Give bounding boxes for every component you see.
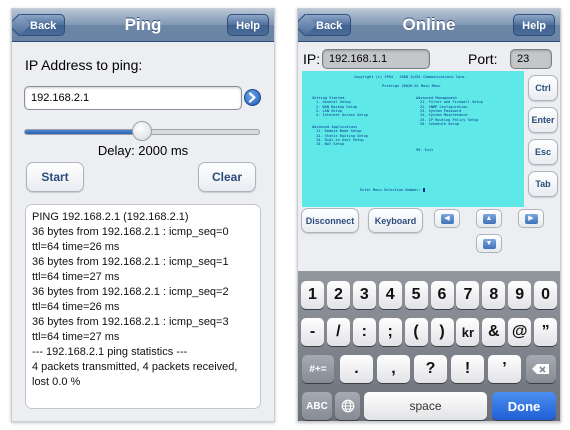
keyboard-key[interactable]: ? [414,355,447,383]
disconnect-button[interactable]: Disconnect [301,208,359,233]
keyboard-key[interactable]: . [340,355,373,383]
arrow-left-icon: ◀ [440,213,454,224]
terminal-exit: 99. Exit [416,148,434,152]
ip-address-input[interactable]: 192.168.2.1 [24,86,242,110]
port-label: Port: [468,51,498,67]
key-esc-button[interactable]: Esc [528,139,558,165]
keyboard-key[interactable]: 0 [534,281,558,309]
delay-slider-fill [25,130,142,134]
output-line: ttl=64 time=27 ms [32,271,120,283]
ping-screen: Back Ping Help IP Address to ping: 192.1… [11,8,275,422]
keyboard-key[interactable]: - [301,318,324,346]
arrow-right-icon: ▶ [524,213,538,224]
key-done[interactable]: Done [492,392,556,420]
key-enter-button[interactable]: Enter [528,107,558,133]
terminal-menu-item: 4. Internet Access Setup [316,113,368,118]
terminal-copyright: Copyright (c) 1994 - 2008 ZyXEL Communic… [354,75,467,79]
output-line: 36 bytes from 192.168.2.1 : icmp_seq=3 [32,316,229,328]
keyboard-key[interactable]: 6 [430,281,454,309]
globe-icon [341,399,354,413]
output-line: lost 0.0 % [32,376,81,388]
keyboard-key[interactable]: @ [508,318,532,346]
keyboard-key[interactable]: ” [534,318,558,346]
terminal-cursor [422,188,425,192]
terminal-menu-title: Prestige 2602H-61 Main Menu [382,84,441,88]
help-button[interactable]: Help [513,14,555,36]
ip-address-label: IP Address to ping: [25,57,143,73]
terminal-screen[interactable]: Copyright (c) 1994 - 2008 ZyXEL Communic… [302,71,524,207]
keyboard-key[interactable]: / [326,318,350,346]
ip-input[interactable]: 192.168.1.1 [322,49,430,69]
on-screen-keyboard: #+= ABC space Done 1 2 3 4 5 6 7 8 9 0 - /:;() kr & @”… [298,271,560,421]
ping-output: PING 192.168.2.1 (192.168.2.1) 36 bytes f… [25,204,261,409]
delay-label: Delay: 2000 ms [97,143,189,158]
output-line: 36 bytes from 192.168.2.1 : icmp_seq=2 [32,286,229,298]
online-screen: Back Online Help IP: 192.168.1.1 Port: 2… [297,8,561,422]
output-line: 4 packets transmitted, 4 packets receive… [32,361,238,373]
keyboard-key[interactable]: 3 [352,281,376,309]
arrow-right-button[interactable]: ▶ [518,209,544,228]
keyboard-key[interactable]: & [482,318,506,346]
keyboard-key[interactable]: kr [456,318,480,346]
arrow-up-icon: ▲ [482,213,496,224]
keyboard-key[interactable]: 9 [508,281,532,309]
keyboard-key[interactable]: ) [430,318,454,346]
arrow-down-button[interactable]: ▼ [476,234,502,253]
arrow-up-button[interactable]: ▲ [476,209,502,228]
online-navbar: Back Online Help [298,9,560,42]
key-tab-button[interactable]: Tab [528,171,558,197]
keyboard-key[interactable]: 8 [482,281,506,309]
delay-slider-knob[interactable] [132,121,152,141]
port-input[interactable]: 23 [510,49,552,69]
output-line: PING 192.168.2.1 (192.168.2.1) [32,211,189,223]
ip-label: IP: [303,51,321,67]
output-line: --- 192.168.2.1 ping statistics --- [32,346,188,358]
key-abc[interactable]: ABC [302,392,332,420]
output-line: ttl=64 time=27 ms [32,331,120,343]
start-button[interactable]: Start [26,162,84,192]
key-ctrl-button[interactable]: Ctrl [528,75,558,101]
keyboard-key[interactable]: : [352,318,376,346]
arrow-left-button[interactable]: ◀ [434,209,460,228]
clear-button[interactable]: Clear [198,162,256,192]
terminal-prompt-text: Enter Menu Selection Number: [360,188,421,192]
keyboard-key[interactable]: ( [404,318,428,346]
backspace-icon [532,364,549,374]
terminal-menu-item: 26. Schedule Setup [420,121,459,126]
keyboard-key[interactable]: 5 [404,281,428,309]
help-button[interactable]: Help [227,14,269,36]
key-space[interactable]: space [364,392,487,420]
output-line: 36 bytes from 192.168.2.1 : icmp_seq=1 [32,256,229,268]
output-line: ttl=64 time=26 ms [32,301,120,313]
key-symbols[interactable]: #+= [302,355,334,383]
keyboard-key[interactable]: ! [451,355,484,383]
keyboard-key[interactable]: 1 [301,281,324,309]
keyboard-key[interactable]: 7 [456,281,480,309]
keyboard-key[interactable]: 2 [326,281,350,309]
output-line: ttl=64 time=26 ms [32,241,120,253]
keyboard-key[interactable]: ; [378,318,402,346]
arrow-down-icon: ▼ [482,238,496,249]
terminal-menu-item: 15. NAT Setup [316,142,345,147]
go-arrow-icon[interactable] [244,89,261,106]
keyboard-key[interactable]: , [377,355,410,383]
keyboard-key[interactable]: 4 [378,281,402,309]
ping-navbar: Back Ping Help [12,9,274,42]
output-line: 36 bytes from 192.168.2.1 : icmp_seq=0 [32,226,229,238]
keyboard-button[interactable]: Keyboard [368,208,423,233]
key-backspace[interactable] [526,355,556,383]
terminal-prompt: Enter Menu Selection Number: [360,188,425,192]
key-globe[interactable] [335,392,360,420]
keyboard-key[interactable]: ’ [488,355,521,383]
